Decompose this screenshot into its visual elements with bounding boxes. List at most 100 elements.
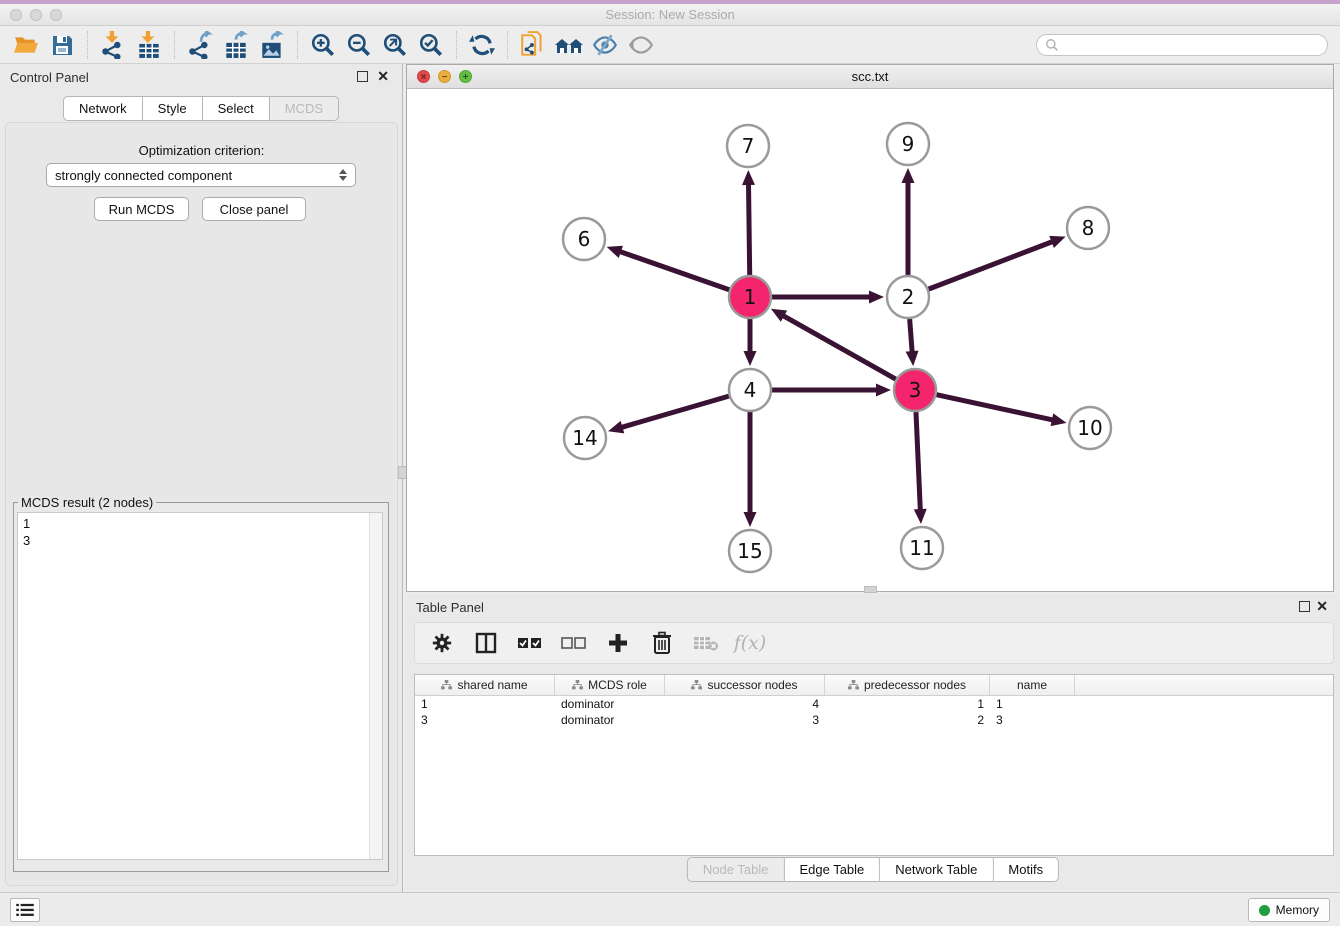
tab-motifs[interactable]: Motifs <box>993 857 1059 882</box>
graph-node-14[interactable]: 14 <box>564 417 606 459</box>
export-network-icon <box>187 31 213 59</box>
criterion-select[interactable]: strongly connected component <box>46 163 356 187</box>
table-cell[interactable]: dominator <box>555 697 665 711</box>
graph-edge-2-3[interactable] <box>910 319 913 353</box>
table-panel-header: Table Panel ✕ <box>406 594 1340 620</box>
tab-network[interactable]: Network <box>63 96 143 121</box>
memory-status-icon <box>1259 905 1270 916</box>
graph-node-7[interactable]: 7 <box>727 125 769 167</box>
close-panel-button[interactable]: Close panel <box>202 197 306 221</box>
network-window-titlebar[interactable]: × − + scc.txt <box>407 65 1333 89</box>
control-panel-close-button[interactable]: ✕ <box>377 68 389 84</box>
table-settings-button[interactable] <box>427 628 457 658</box>
open-network-file-button[interactable] <box>515 30 551 60</box>
mcds-result-text: 1 3 <box>23 515 30 549</box>
graph-node-2[interactable]: 2 <box>887 276 929 318</box>
window-minimize-button[interactable] <box>30 9 42 21</box>
table-cell[interactable]: 1 <box>990 697 1075 711</box>
graph-node-6[interactable]: 6 <box>563 218 605 260</box>
network-window-zoom-button[interactable]: + <box>459 70 472 83</box>
function-builder-button[interactable]: f(x) <box>735 628 765 658</box>
table-panel-float-button[interactable] <box>1299 601 1310 612</box>
control-panel-float-button[interactable] <box>357 71 368 82</box>
graph-node-9[interactable]: 9 <box>887 123 929 165</box>
export-image-button[interactable] <box>254 30 290 60</box>
graph-node-8[interactable]: 8 <box>1067 207 1109 249</box>
table-panel-close-button[interactable]: ✕ <box>1316 598 1328 614</box>
horizontal-splitter-handle[interactable] <box>864 586 877 593</box>
table-cell[interactable]: 1 <box>415 697 555 711</box>
deselect-all-button[interactable] <box>559 628 589 658</box>
search-box[interactable] <box>1036 34 1328 56</box>
add-column-button[interactable] <box>603 628 633 658</box>
save-session-button[interactable] <box>44 30 80 60</box>
table-row[interactable]: 3dominator323 <box>415 712 1333 728</box>
table-cell[interactable]: dominator <box>555 713 665 727</box>
graph-node-3[interactable]: 3 <box>894 369 936 411</box>
table-cell[interactable]: 4 <box>665 697 825 711</box>
graph-node-4[interactable]: 4 <box>729 369 771 411</box>
zoom-out-button[interactable] <box>341 30 377 60</box>
column-header-name[interactable]: name <box>990 675 1075 695</box>
export-table-button[interactable] <box>218 30 254 60</box>
table-row[interactable]: 1dominator411 <box>415 696 1333 712</box>
graph-edge-arrowhead <box>744 351 757 366</box>
graph-edge-3-1[interactable] <box>782 315 896 379</box>
import-network-button[interactable] <box>95 30 131 60</box>
zoom-in-button[interactable] <box>305 30 341 60</box>
table-cell[interactable]: 1 <box>825 697 990 711</box>
network-window-minimize-button[interactable]: − <box>438 70 451 83</box>
tab-node-table[interactable]: Node Table <box>687 857 785 882</box>
memory-button[interactable]: Memory <box>1248 898 1330 922</box>
table-cell[interactable]: 3 <box>990 713 1075 727</box>
column-header-successor-nodes[interactable]: successor nodes <box>665 675 825 695</box>
show-all-button[interactable] <box>623 30 659 60</box>
export-network-button[interactable] <box>182 30 218 60</box>
window-zoom-button[interactable] <box>50 9 62 21</box>
graph-edge-3-10[interactable] <box>936 395 1053 420</box>
run-mcds-button[interactable]: Run MCDS <box>94 197 189 221</box>
graph-node-15[interactable]: 15 <box>729 530 771 572</box>
refresh-button[interactable] <box>464 30 500 60</box>
tab-style[interactable]: Style <box>143 96 203 121</box>
network-window-close-button[interactable]: × <box>417 70 430 83</box>
home-button[interactable] <box>551 30 587 60</box>
zoom-selected-button[interactable] <box>413 30 449 60</box>
select-all-button[interactable] <box>515 628 545 658</box>
mcds-result-scrollbar[interactable] <box>369 513 382 859</box>
table-cell[interactable]: 2 <box>825 713 990 727</box>
graph-node-1[interactable]: 1 <box>729 276 771 318</box>
import-table-button[interactable] <box>131 30 167 60</box>
column-header-shared-name[interactable]: shared name <box>415 675 555 695</box>
column-header-predecessor-nodes[interactable]: predecessor nodes <box>825 675 990 695</box>
tab-network-table[interactable]: Network Table <box>880 857 993 882</box>
network-graph[interactable]: 7 9 6 8 1 2 4 3 14 10 15 11 <box>407 89 1333 591</box>
delete-table-button[interactable] <box>691 628 721 658</box>
tab-select[interactable]: Select <box>203 96 270 121</box>
graph-edge-1-6[interactable] <box>619 251 729 290</box>
search-input[interactable] <box>1059 36 1327 54</box>
delete-column-button[interactable] <box>647 628 677 658</box>
table-cell[interactable]: 3 <box>415 713 555 727</box>
graph-edge-1-7[interactable] <box>748 183 749 275</box>
graph-node-11[interactable]: 11 <box>901 527 943 569</box>
tab-mcds[interactable]: MCDS <box>270 96 339 121</box>
node-table[interactable]: shared nameMCDS rolesuccessor nodesprede… <box>414 674 1334 856</box>
column-header-MCDS-role[interactable]: MCDS role <box>555 675 665 695</box>
criterion-selected-value: strongly connected component <box>55 168 232 183</box>
graph-edge-2-8[interactable] <box>929 241 1054 289</box>
graph-node-10[interactable]: 10 <box>1069 407 1111 449</box>
toolbar-separator <box>297 31 298 59</box>
table-panel-tabs: Node Table Edge Table Network Table Moti… <box>687 857 1059 882</box>
zoom-fit-button[interactable] <box>377 30 413 60</box>
graph-edge-3-11[interactable] <box>916 412 920 511</box>
tab-edge-table[interactable]: Edge Table <box>784 857 880 882</box>
split-view-button[interactable] <box>471 628 501 658</box>
main-toolbar <box>0 26 1340 64</box>
window-close-button[interactable] <box>10 9 22 21</box>
hide-selected-button[interactable] <box>587 30 623 60</box>
graph-edge-4-14[interactable] <box>621 396 729 428</box>
open-session-button[interactable] <box>8 30 44 60</box>
show-panels-button[interactable] <box>10 898 40 922</box>
table-cell[interactable]: 3 <box>665 713 825 727</box>
